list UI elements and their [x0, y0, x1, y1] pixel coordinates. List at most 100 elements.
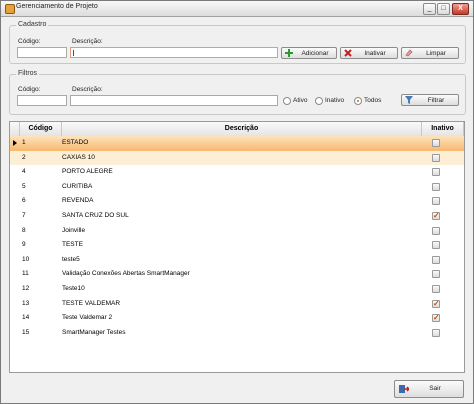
row-selector[interactable]: [10, 151, 20, 166]
table-row[interactable]: 4 PORTO ALEGRE: [10, 165, 464, 180]
plus-icon: [285, 49, 293, 57]
table-row[interactable]: 2 CAXIAS 10: [10, 150, 464, 166]
inativo-checkbox[interactable]: [432, 139, 440, 147]
cadastro-codigo-field[interactable]: [17, 47, 67, 58]
inativo-checkbox[interactable]: [432, 197, 440, 206]
row-selector[interactable]: [10, 326, 20, 341]
filtros-descricao-field[interactable]: [70, 95, 278, 106]
table-row[interactable]: 10 teste5: [10, 253, 464, 268]
inativo-checkbox[interactable]: [432, 168, 440, 177]
table-row[interactable]: 14 Teste Valdemar 2: [10, 311, 464, 326]
table-row[interactable]: 11 Validação Conexões Abertas SmartManage…: [10, 267, 464, 282]
codigo-cell[interactable]: 10: [22, 253, 62, 268]
row-selector[interactable]: [10, 311, 20, 326]
todos-radio[interactable]: [354, 97, 362, 105]
table-row[interactable]: 9 TESTE: [10, 238, 464, 253]
inativo-checkbox[interactable]: [432, 311, 440, 326]
codigo-cell[interactable]: 9: [22, 238, 62, 253]
cadastro-codigo-label: Código:: [18, 38, 41, 45]
inativar-button[interactable]: Inativar: [340, 47, 398, 59]
header-codigo[interactable]: Código: [20, 122, 62, 136]
table-row[interactable]: 8 Joinville: [10, 224, 464, 239]
inativo-checkbox[interactable]: [432, 285, 440, 293]
grid-header: Código Descrição Inativo: [10, 122, 464, 137]
inativo-checkbox[interactable]: [432, 297, 440, 311]
filtros-codigo-field[interactable]: [17, 95, 67, 106]
limpar-button[interactable]: Limpar: [401, 47, 459, 59]
descricao-cell[interactable]: Teste Valdemar 2: [62, 311, 412, 326]
row-selector[interactable]: [10, 282, 20, 297]
descricao-cell[interactable]: Teste10: [62, 282, 412, 297]
codigo-cell[interactable]: 1: [22, 136, 62, 151]
descricao-cell[interactable]: REVENDA: [62, 194, 412, 209]
table-row[interactable]: 15 SmartManager Testes: [10, 326, 464, 341]
adicionar-button[interactable]: Adicionar: [281, 47, 337, 59]
inativo-checkbox[interactable]: [432, 226, 440, 235]
inativo-checkbox[interactable]: [432, 241, 440, 250]
window-title: Gerenciamento de Projeto: [16, 3, 98, 10]
inativo-checkbox[interactable]: [432, 209, 440, 224]
descricao-cell[interactable]: CAXIAS 10: [62, 151, 412, 166]
row-selector[interactable]: [10, 267, 20, 282]
row-selector[interactable]: [10, 253, 20, 268]
table-row[interactable]: 12 Teste10: [10, 282, 464, 297]
row-selector[interactable]: [10, 297, 20, 312]
descricao-cell[interactable]: SANTA CRUZ DO SUL: [62, 209, 412, 224]
inativar-label: Inativar: [364, 50, 386, 57]
row-selector[interactable]: [10, 136, 20, 151]
table-row[interactable]: 5 CURITIBA: [10, 180, 464, 195]
inativo-checkbox[interactable]: [432, 328, 440, 337]
minimize-button[interactable]: _: [423, 3, 436, 15]
projects-grid: Código Descrição Inativo 1 ESTADO 2 CAXIAS …: [9, 121, 465, 373]
inativo-radio[interactable]: [315, 97, 323, 105]
codigo-cell[interactable]: 8: [22, 224, 62, 239]
app-window: Gerenciamento de Projeto _ □ X Cadastro …: [0, 0, 474, 404]
row-selector[interactable]: [10, 238, 20, 253]
descricao-cell[interactable]: Joinville: [62, 224, 412, 239]
text-caret: [73, 50, 74, 56]
inativo-checkbox[interactable]: [432, 270, 440, 279]
filtrar-button[interactable]: Filtrar: [401, 94, 459, 106]
maximize-button[interactable]: □: [437, 3, 450, 15]
inativo-checkbox[interactable]: [432, 182, 440, 191]
current-row-arrow-icon: [13, 140, 17, 146]
codigo-cell[interactable]: 6: [22, 194, 62, 209]
filtrar-label: Filtrar: [427, 97, 445, 104]
descricao-cell[interactable]: TESTE: [62, 238, 412, 253]
row-selector[interactable]: [10, 194, 20, 209]
descricao-cell[interactable]: CURITIBA: [62, 180, 412, 195]
codigo-cell[interactable]: 7: [22, 209, 62, 224]
title-bar[interactable]: Gerenciamento de Projeto _ □ X: [1, 1, 473, 17]
row-selector[interactable]: [10, 209, 20, 224]
descricao-cell[interactable]: Validação Conexões Abertas SmartManager: [62, 267, 412, 282]
codigo-cell[interactable]: 2: [22, 151, 62, 166]
descricao-cell[interactable]: PORTO ALEGRE: [62, 165, 412, 180]
descricao-cell[interactable]: teste5: [62, 253, 412, 268]
table-row[interactable]: 7 SANTA CRUZ DO SUL: [10, 209, 464, 224]
ativo-label: Ativo: [293, 97, 308, 104]
codigo-cell[interactable]: 14: [22, 311, 62, 326]
close-button[interactable]: X: [452, 3, 469, 15]
table-row[interactable]: 6 REVENDA: [10, 194, 464, 209]
codigo-cell[interactable]: 12: [22, 282, 62, 297]
ativo-radio[interactable]: [283, 97, 291, 105]
codigo-cell[interactable]: 11: [22, 267, 62, 282]
sair-button[interactable]: Sair: [394, 380, 464, 398]
descricao-cell[interactable]: SmartManager Testes: [62, 326, 412, 341]
codigo-cell[interactable]: 4: [22, 165, 62, 180]
codigo-cell[interactable]: 13: [22, 297, 62, 312]
table-row[interactable]: 13 TESTE VALDEMAR: [10, 297, 464, 312]
codigo-cell[interactable]: 15: [22, 326, 62, 341]
table-row[interactable]: 1 ESTADO: [10, 136, 464, 151]
inativo-checkbox[interactable]: [432, 153, 440, 162]
row-selector[interactable]: [10, 224, 20, 239]
row-selector[interactable]: [10, 180, 20, 195]
row-selector[interactable]: [10, 165, 20, 180]
header-descricao[interactable]: Descrição: [62, 122, 422, 136]
header-inativo[interactable]: Inativo: [422, 122, 464, 136]
descricao-cell[interactable]: ESTADO: [62, 136, 412, 151]
inativo-checkbox[interactable]: [432, 255, 440, 264]
descricao-cell[interactable]: TESTE VALDEMAR: [62, 297, 412, 312]
cadastro-descricao-field[interactable]: [70, 47, 278, 58]
codigo-cell[interactable]: 5: [22, 180, 62, 195]
